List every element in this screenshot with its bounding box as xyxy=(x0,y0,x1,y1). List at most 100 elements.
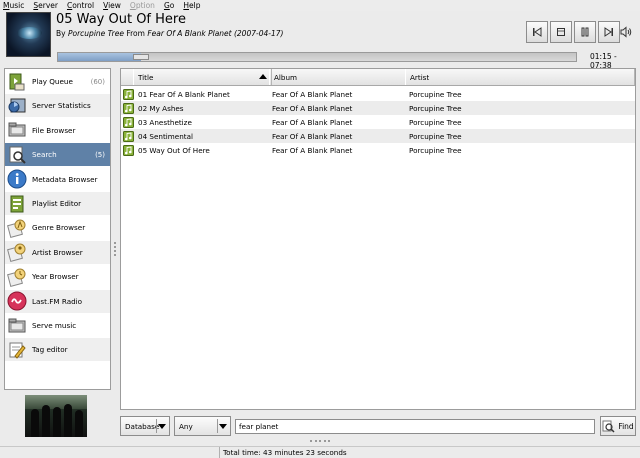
music-note-icon xyxy=(123,116,134,128)
column-header-artist[interactable]: Artist xyxy=(405,69,635,85)
next-icon xyxy=(604,27,613,37)
file-browser-icon xyxy=(7,120,27,140)
menu-music[interactable]: Music xyxy=(3,1,24,10)
music-note-icon xyxy=(123,130,134,142)
music-note-icon xyxy=(123,88,134,100)
genre-browser-icon xyxy=(7,218,27,238)
album-cover-art xyxy=(6,12,51,57)
sidebar-item-server-statistics[interactable]: Server Statistics xyxy=(5,94,110,118)
artist-image-figure xyxy=(64,404,72,437)
by-label: By xyxy=(56,29,66,38)
find-icon xyxy=(602,420,615,433)
tag-editor-icon xyxy=(7,340,27,360)
info-icon xyxy=(7,169,27,189)
pause-icon xyxy=(581,27,589,37)
table-header: Title Album Artist xyxy=(121,69,635,86)
table-row[interactable]: 05 Way Out Of Here Fear Of A Blank Planet… xyxy=(121,143,635,157)
menu-control[interactable]: Control xyxy=(67,1,94,10)
column-header-title[interactable]: Title xyxy=(133,69,272,85)
cell-artist: Porcupine Tree xyxy=(409,89,462,99)
previous-button[interactable] xyxy=(526,21,548,43)
sidebar-item-label: Year Browser xyxy=(32,272,79,282)
sort-ascending-icon xyxy=(259,74,267,79)
sidebar-item-artist-browser[interactable]: Artist Browser xyxy=(5,240,110,264)
cell-artist: Porcupine Tree xyxy=(409,145,462,155)
table-row[interactable]: 04 Sentimental Fear Of A Blank Planet Porc… xyxy=(121,129,635,143)
progress-handle[interactable] xyxy=(132,54,149,60)
lastfm-icon xyxy=(7,291,27,311)
playback-controls xyxy=(526,21,622,43)
sidebar-item-count: (60) xyxy=(90,77,105,86)
sidebar-item-metadata-browser[interactable]: Metadata Browser xyxy=(5,168,110,191)
menu-go[interactable]: Go xyxy=(164,1,174,10)
year-browser-icon xyxy=(7,267,27,287)
cell-title: 02 My Ashes xyxy=(123,101,269,115)
cell-album: Fear Of A Blank Planet xyxy=(272,89,353,99)
menu-bar: Music Server Control View Option Go Help xyxy=(0,0,640,11)
column-header-album[interactable]: Album xyxy=(269,69,406,85)
sidebar-item-label: Metadata Browser xyxy=(32,174,98,184)
sidebar-item-play-queue[interactable]: Play Queue (60) xyxy=(5,70,110,93)
artist-image-figure xyxy=(31,409,39,437)
music-note-icon xyxy=(123,144,134,156)
table-row[interactable]: 02 My Ashes Fear Of A Blank Planet Porcupi… xyxy=(121,101,635,115)
sidebar-item-file-browser[interactable]: File Browser xyxy=(5,119,110,142)
pause-button[interactable] xyxy=(574,21,596,43)
previous-icon xyxy=(533,27,542,37)
sidebar-item-last-fm-radio[interactable]: Last.FM Radio xyxy=(5,289,110,313)
next-button[interactable] xyxy=(598,21,620,43)
sidebar-item-label: Play Queue xyxy=(32,77,73,86)
menu-view[interactable]: View xyxy=(103,1,121,10)
search-icon xyxy=(7,145,27,165)
chevron-down-icon xyxy=(158,424,166,429)
cell-album: Fear Of A Blank Planet xyxy=(272,117,353,127)
search-field-select[interactable]: Any xyxy=(174,416,231,436)
artist-image-figure xyxy=(75,410,83,437)
sidebar-item-label: Server Statistics xyxy=(32,101,91,111)
search-scope-select[interactable]: Database xyxy=(120,416,170,436)
volume-icon xyxy=(620,26,632,38)
now-playing-title: 05 Way Out Of Here xyxy=(56,12,186,27)
artist-image-figure xyxy=(53,407,61,437)
status-bar: Total time: 43 minutes 23 seconds xyxy=(0,446,640,458)
volume-button[interactable] xyxy=(618,21,634,43)
sidebar-item-label: Playlist Editor xyxy=(32,199,82,208)
cell-album: Fear Of A Blank Planet xyxy=(272,145,353,155)
now-playing-album: Fear Of A Blank Planet (2007-04-17) xyxy=(147,29,284,38)
song-progress-bar[interactable] xyxy=(57,52,577,62)
horizontal-splitter[interactable] xyxy=(310,440,330,443)
server-statistics-icon xyxy=(7,96,27,116)
sidebar-item-serve-music[interactable]: Serve music xyxy=(5,314,110,337)
cover-eye-graphic xyxy=(17,27,42,39)
cell-artist: Porcupine Tree xyxy=(409,131,462,141)
sidebar-item-year-browser[interactable]: Year Browser xyxy=(5,265,110,288)
sidebar: Play Queue (60) Server Statistics File Brow… xyxy=(4,68,111,390)
find-button[interactable]: Find xyxy=(600,416,636,436)
play-queue-icon xyxy=(7,72,27,92)
sidebar-item-label: Serve music xyxy=(32,321,77,330)
progress-fill xyxy=(58,53,141,61)
sidebar-item-label: Search xyxy=(32,150,57,160)
artist-image-figure xyxy=(42,405,50,437)
total-time-label: Total time: 43 minutes 23 seconds xyxy=(219,447,640,458)
cell-title: 05 Way Out Of Here xyxy=(123,143,269,157)
from-label: From xyxy=(126,29,145,38)
sidebar-item-tag-editor[interactable]: Tag editor xyxy=(5,338,110,362)
menu-server[interactable]: Server xyxy=(33,1,58,10)
sidebar-item-label: Artist Browser xyxy=(32,247,83,257)
cell-title: 04 Sentimental xyxy=(123,129,269,143)
menu-option[interactable]: Option xyxy=(130,1,155,10)
table-row[interactable]: 01 Fear Of A Blank Planet Fear Of A Blank… xyxy=(121,87,635,101)
cell-album: Fear Of A Blank Planet xyxy=(272,103,353,113)
search-input[interactable]: fear planet xyxy=(235,419,595,434)
stop-button[interactable] xyxy=(550,21,572,43)
cell-title: 03 Anesthetize xyxy=(123,115,269,129)
serve-music-icon xyxy=(7,316,27,336)
sidebar-item-playlist-editor[interactable]: Playlist Editor xyxy=(5,192,110,215)
playlist-editor-icon xyxy=(7,194,27,214)
sidebar-item-search[interactable]: Search (5) xyxy=(5,143,110,167)
sidebar-item-genre-browser[interactable]: Genre Browser xyxy=(5,216,110,239)
table-row[interactable]: 03 Anesthetize Fear Of A Blank Planet Porc… xyxy=(121,115,635,129)
menu-help[interactable]: Help xyxy=(183,1,200,10)
vertical-splitter[interactable] xyxy=(113,240,117,260)
